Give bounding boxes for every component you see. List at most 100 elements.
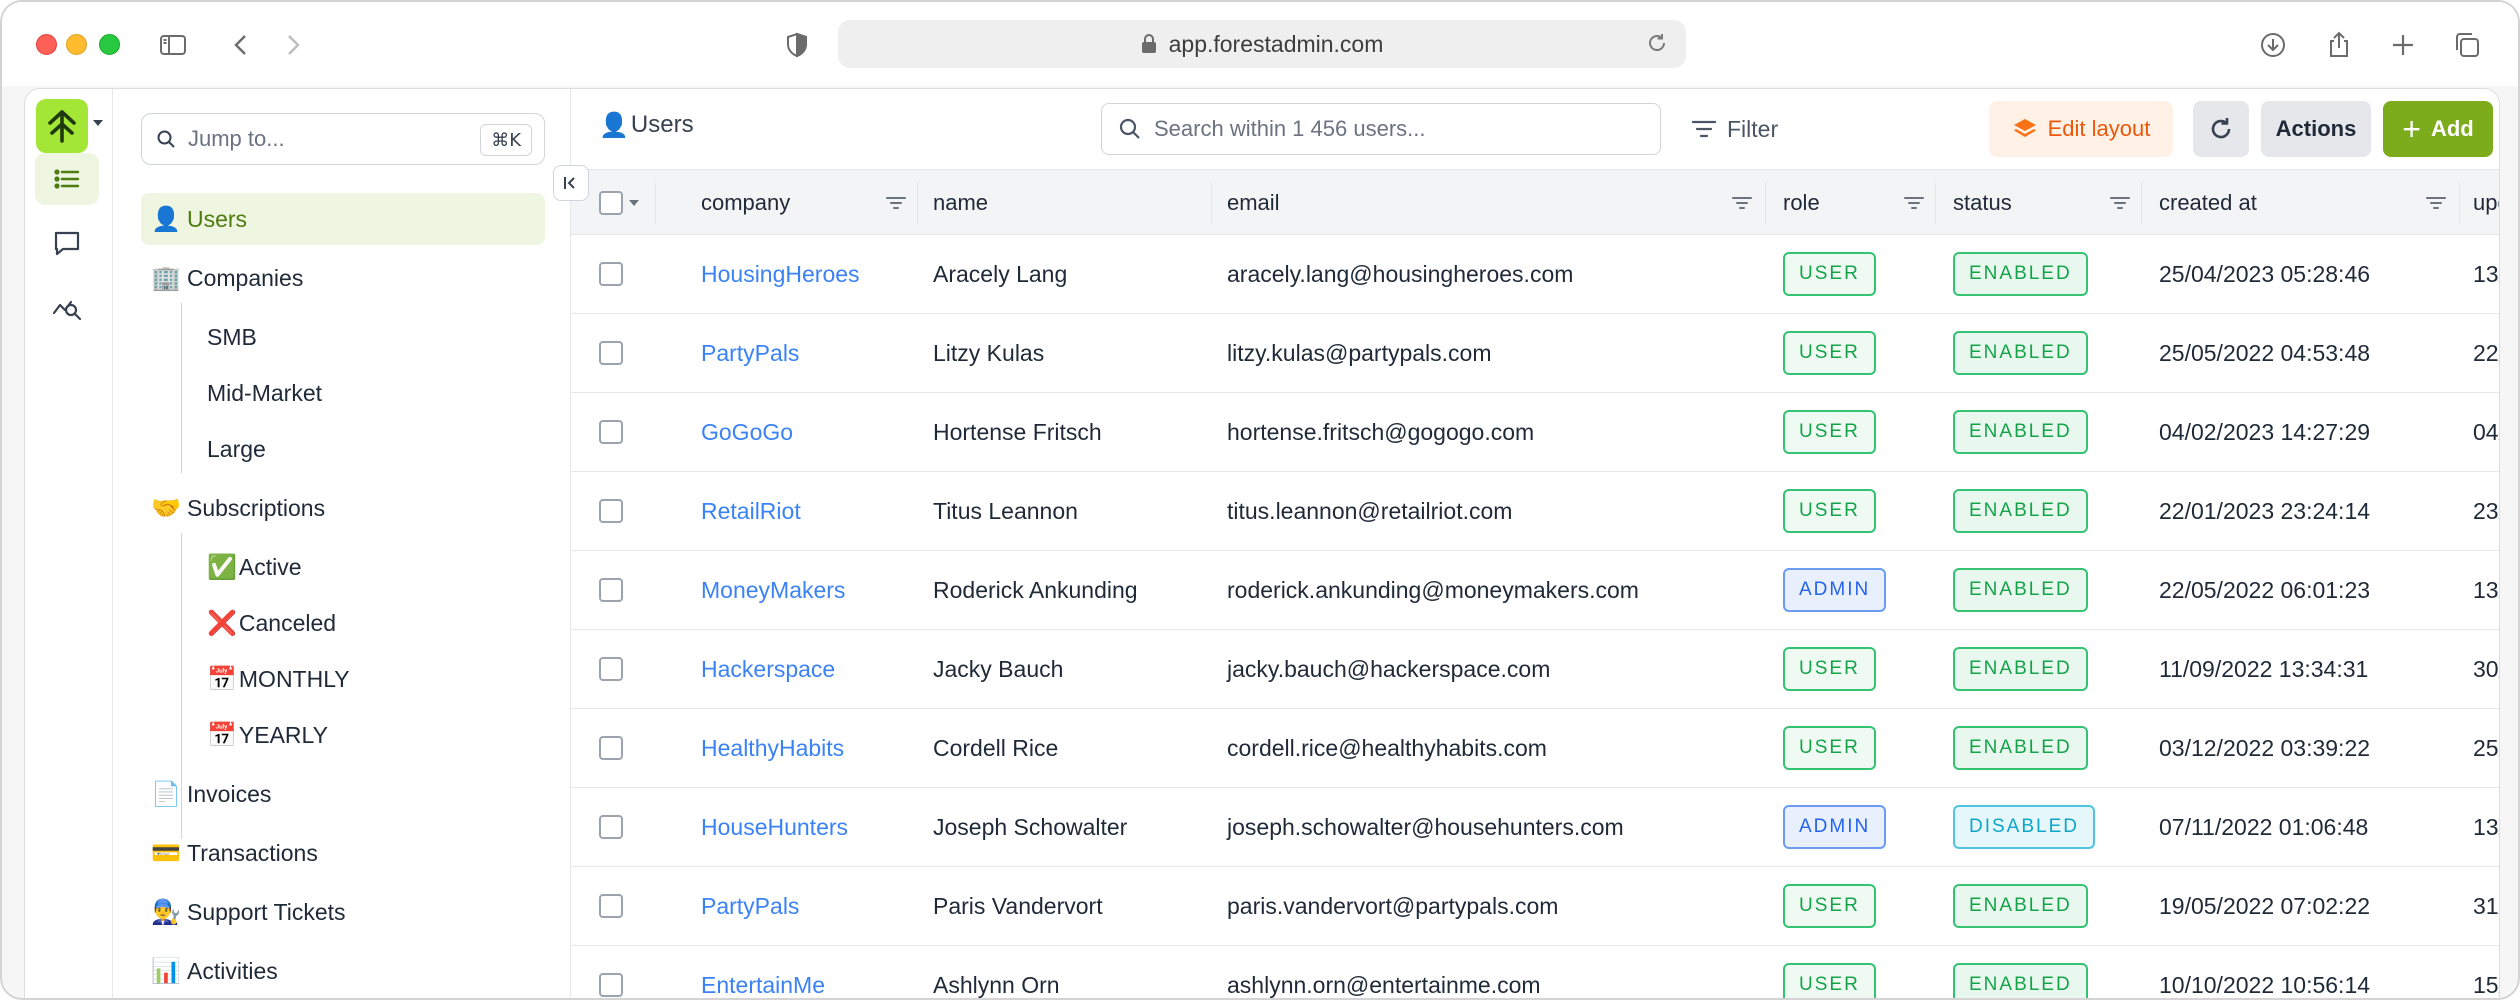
forest-admin-app: Jump to... ⌘K 👤 Users 🏢 Companies SMB Mi… <box>24 88 2500 998</box>
sidebar-item-active[interactable]: ✅ Active <box>165 541 302 593</box>
edit-layout-button[interactable]: Edit layout <box>1989 101 2173 157</box>
table-row[interactable]: HousingHeroes Aracely Lang aracely.lang@… <box>571 235 2499 314</box>
row-checkbox[interactable] <box>599 657 623 681</box>
sidebar-item-label: YEARLY <box>238 721 328 748</box>
row-checkbox[interactable] <box>599 341 623 365</box>
minimize-window-button[interactable] <box>66 34 87 55</box>
forest-logo-icon[interactable] <box>36 99 88 153</box>
filter-button[interactable]: Filter <box>1691 103 1778 155</box>
table-row[interactable]: HealthyHabits Cordell Rice cordell.rice@… <box>571 709 2499 788</box>
company-link[interactable]: HousingHeroes <box>701 235 860 313</box>
column-divider <box>1765 182 1766 224</box>
company-link[interactable]: HealthyHabits <box>701 709 844 787</box>
refresh-button[interactable] <box>2193 101 2249 157</box>
close-window-button[interactable] <box>36 34 57 55</box>
table-row[interactable]: PartyPals Paris Vandervort paris.vanderv… <box>571 867 2499 946</box>
column-header-role[interactable]: role <box>1783 170 1820 236</box>
column-filter-icon[interactable] <box>1901 190 1927 216</box>
inbox-chat-icon[interactable] <box>35 217 99 269</box>
downloads-icon[interactable] <box>2254 26 2292 64</box>
column-header-status[interactable]: status <box>1953 170 2012 236</box>
tab-overview-icon[interactable] <box>2448 26 2486 64</box>
column-label: upda <box>2473 190 2499 215</box>
column-header-created-at[interactable]: created at <box>2159 170 2257 236</box>
jump-to-input[interactable]: Jump to... ⌘K <box>141 113 545 165</box>
select-all-control[interactable] <box>599 170 639 236</box>
table-row[interactable]: HouseHunters Joseph Schowalter joseph.sc… <box>571 788 2499 867</box>
sidebar-item-yearly[interactable]: 📅 YEARLY <box>165 709 328 761</box>
user-email: titus.leannon@retailriot.com <box>1227 497 1513 524</box>
row-checkbox[interactable] <box>599 894 623 918</box>
table-row[interactable]: Hackerspace Jacky Bauch jacky.bauch@hack… <box>571 630 2499 709</box>
sidebar-item-canceled[interactable]: ❌ Canceled <box>165 597 336 649</box>
row-checkbox[interactable] <box>599 973 623 997</box>
sidebar-item-invoices[interactable]: 📄 Invoices <box>141 768 545 820</box>
back-icon[interactable] <box>222 26 260 64</box>
updated-at-value: 15/1 <box>2473 971 2499 998</box>
company-link[interactable]: RetailRiot <box>701 472 801 550</box>
collapse-sidebar-button[interactable] <box>553 165 589 201</box>
sidebar-item-large[interactable]: Large <box>165 423 266 475</box>
add-record-button[interactable]: + Add <box>2383 101 2493 157</box>
row-checkbox[interactable] <box>599 499 623 523</box>
sidebar-item-smb[interactable]: SMB <box>165 311 257 363</box>
column-divider <box>1935 182 1936 224</box>
sidebar-item-monthly[interactable]: 📅 MONTHLY <box>165 653 350 705</box>
address-bar[interactable]: app.forestadmin.com <box>838 20 1686 68</box>
new-tab-icon[interactable] <box>2384 26 2422 64</box>
actions-button[interactable]: Actions <box>2261 101 2371 157</box>
company-link[interactable]: HouseHunters <box>701 788 848 866</box>
reload-icon[interactable] <box>1646 32 1668 54</box>
table-row[interactable]: MoneyMakers Roderick Ankunding roderick.… <box>571 551 2499 630</box>
sidebar-item-transactions[interactable]: 💳 Transactions <box>141 827 545 879</box>
column-label: email <box>1227 190 1280 215</box>
company-link[interactable]: GoGoGo <box>701 393 793 471</box>
select-caret-icon[interactable] <box>629 200 639 206</box>
analytics-search-icon[interactable] <box>35 281 99 333</box>
sidebar-item-support-tickets[interactable]: 👨‍🔧 Support Tickets <box>141 886 545 938</box>
column-filter-icon[interactable] <box>883 190 909 216</box>
collections-list-icon[interactable] <box>35 153 99 205</box>
column-filter-icon[interactable] <box>1729 190 1755 216</box>
row-checkbox[interactable] <box>599 578 623 602</box>
role-badge: USER <box>1783 884 1876 928</box>
user-email: litzy.kulas@partypals.com <box>1227 339 1492 366</box>
updated-at-value: 31/0 <box>2473 892 2499 919</box>
sidebar-item-users[interactable]: 👤 Users <box>141 193 545 245</box>
company-link[interactable]: EntertainMe <box>701 946 825 998</box>
workspace-caret-icon[interactable] <box>93 120 103 126</box>
zoom-window-button[interactable] <box>99 34 120 55</box>
column-header-email[interactable]: email <box>1227 170 1280 236</box>
sidebar-toggle-icon[interactable] <box>154 26 192 64</box>
privacy-shield-icon[interactable] <box>778 26 816 64</box>
select-all-checkbox[interactable] <box>599 191 623 215</box>
table-row[interactable]: EntertainMe Ashlynn Orn ashlynn.orn@ente… <box>571 946 2499 998</box>
share-icon[interactable] <box>2320 26 2358 64</box>
forward-icon[interactable] <box>274 26 312 64</box>
row-checkbox[interactable] <box>599 815 623 839</box>
company-link[interactable]: PartyPals <box>701 867 799 945</box>
user-name: Aracely Lang <box>933 260 1068 287</box>
row-checkbox[interactable] <box>599 262 623 286</box>
table-row[interactable]: PartyPals Litzy Kulas litzy.kulas@partyp… <box>571 314 2499 393</box>
sidebar-item-companies[interactable]: 🏢 Companies <box>141 252 545 304</box>
column-header-name[interactable]: name <box>933 170 988 236</box>
company-link[interactable]: MoneyMakers <box>701 551 845 629</box>
company-link[interactable]: Hackerspace <box>701 630 835 708</box>
lock-icon <box>1141 34 1157 54</box>
row-checkbox[interactable] <box>599 736 623 760</box>
records-search-input[interactable]: Search within 1 456 users... <box>1101 103 1661 155</box>
column-header-updated-at[interactable]: upda <box>2473 170 2499 236</box>
table-row[interactable]: GoGoGo Hortense Fritsch hortense.fritsch… <box>571 393 2499 472</box>
column-filter-icon[interactable] <box>2423 190 2449 216</box>
row-checkbox[interactable] <box>599 420 623 444</box>
column-filter-icon[interactable] <box>2107 190 2133 216</box>
sidebar-item-subscriptions[interactable]: 🤝 Subscriptions <box>141 482 545 534</box>
column-header-company[interactable]: company <box>701 170 790 236</box>
status-badge: ENABLED <box>1953 410 2088 454</box>
sidebar-item-activities[interactable]: 📊 Activities <box>141 945 545 997</box>
table-row[interactable]: RetailRiot Titus Leannon titus.leannon@r… <box>571 472 2499 551</box>
user-name: Titus Leannon <box>933 497 1078 524</box>
sidebar-item-mid-market[interactable]: Mid-Market <box>165 367 322 419</box>
company-link[interactable]: PartyPals <box>701 314 799 392</box>
